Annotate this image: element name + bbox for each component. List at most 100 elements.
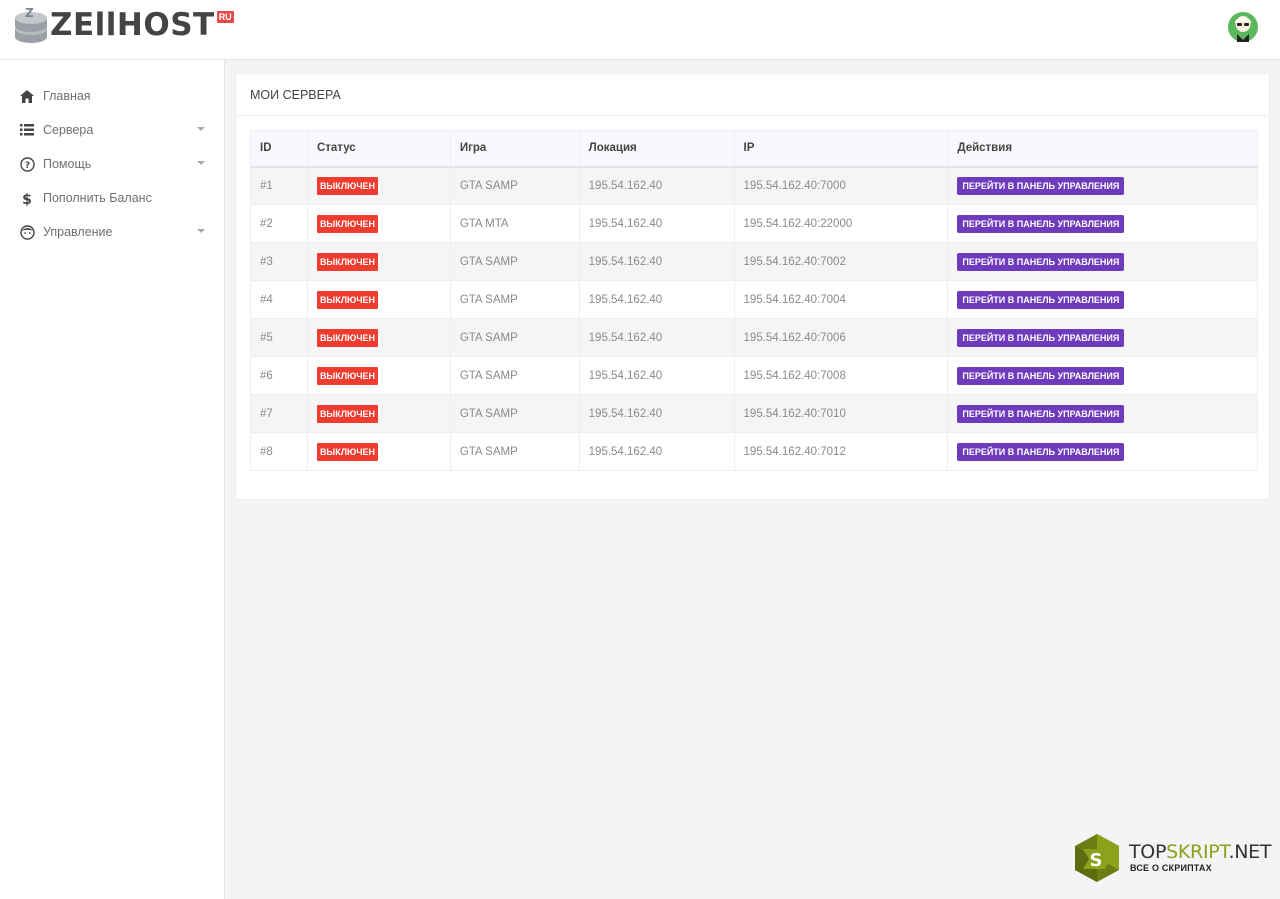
table-row: #6 ВЫКЛЮЧЕН GTA SAMP 195.54.162.40 195.5… [250,356,1258,395]
server-ip: 195.54.162.40:7004 [733,280,949,319]
column-header-location[interactable]: Локация [578,130,735,168]
caret-down-icon [197,161,205,165]
user-face-icon [19,224,35,240]
status-badge: ВЫКЛЮЧЕН [316,290,379,309]
server-id: #5 [250,318,308,357]
dollar-icon: $ [19,190,35,206]
server-id: #8 [250,432,308,471]
status-badge: ВЫКЛЮЧЕН [316,404,379,423]
server-location: 195.54.162.40 [578,204,735,243]
caret-down-icon [197,229,205,233]
status-badge: ВЫКЛЮЧЕН [316,442,379,461]
server-game: GTA SAMP [449,394,580,433]
server-location: 195.54.162.40 [578,280,735,319]
server-location: 195.54.162.40 [578,318,735,357]
server-game: GTA SAMP [449,166,580,205]
server-ip: 195.54.162.40:7010 [733,394,949,433]
status-badge: ВЫКЛЮЧЕН [316,176,379,195]
sidebar-item-servers[interactable]: Сервера [0,113,224,147]
server-ip: 195.54.162.40:7006 [733,318,949,357]
server-location: 195.54.162.40 [578,166,735,205]
column-header-status[interactable]: Статус [306,130,451,168]
sidebar-item-label: Сервера [43,123,94,137]
server-ip: 195.54.162.40:7000 [733,166,949,205]
status-badge: ВЫКЛЮЧЕН [316,214,379,233]
svg-text:$: $ [22,192,32,206]
column-header-ip[interactable]: IP [733,130,949,168]
server-id: #2 [250,204,308,243]
svg-text:Z: Z [25,6,34,20]
open-control-panel-button[interactable]: ПЕРЕЙТИ В ПАНЕЛЬ УПРАВЛЕНИЯ [957,214,1125,233]
top-header: Z ZEllHOST RU [0,0,1280,60]
table-row: #2 ВЫКЛЮЧЕН GTA MTA 195.54.162.40 195.54… [250,204,1258,243]
watermark-title: TOPSKRIPT.NET [1129,841,1272,863]
panel-title: МОИ СЕРВЕРА [236,74,1269,116]
open-control-panel-button[interactable]: ПЕРЕЙТИ В ПАНЕЛЬ УПРАВЛЕНИЯ [957,290,1125,309]
sidebar-item-label: Пополнить Баланс [43,191,152,205]
open-control-panel-button[interactable]: ПЕРЕЙТИ В ПАНЕЛЬ УПРАВЛЕНИЯ [957,328,1125,347]
server-location: 195.54.162.40 [578,394,735,433]
sidebar-item-management[interactable]: Управление [0,215,224,249]
server-id: #3 [250,242,308,281]
table-row: #4 ВЫКЛЮЧЕН GTA SAMP 195.54.162.40 195.5… [250,280,1258,319]
sidebar-item-home[interactable]: Главная [0,79,224,113]
table-row: #8 ВЫКЛЮЧЕН GTA SAMP 195.54.162.40 195.5… [250,432,1258,471]
column-header-game[interactable]: Игра [449,130,580,168]
table-row: #7 ВЫКЛЮЧЕН GTA SAMP 195.54.162.40 195.5… [250,394,1258,433]
sidebar-item-label: Помощь [43,157,92,171]
server-location: 195.54.162.40 [578,432,735,471]
hexagon-logo-icon: S [1075,834,1119,882]
open-control-panel-button[interactable]: ПЕРЕЙТИ В ПАНЕЛЬ УПРАВЛЕНИЯ [957,442,1125,461]
server-game: GTA MTA [449,204,580,243]
server-ip: 195.54.162.40:7008 [733,356,949,395]
sidebar-item-label: Главная [43,89,91,103]
server-id: #4 [250,280,308,319]
open-control-panel-button[interactable]: ПЕРЕЙТИ В ПАНЕЛЬ УПРАВЛЕНИЯ [957,252,1125,271]
server-id: #1 [250,166,308,205]
column-header-actions[interactable]: Действия [947,130,1258,168]
server-game: GTA SAMP [449,242,580,281]
caret-down-icon [197,127,205,131]
server-location: 195.54.162.40 [578,242,735,281]
svg-text:?: ? [24,161,29,171]
server-game: GTA SAMP [449,432,580,471]
table-row: #1 ВЫКЛЮЧЕН GTA SAMP 195.54.162.40 195.5… [250,166,1258,205]
server-game: GTA SAMP [449,356,580,395]
brand-logo[interactable]: Z ZEllHOST RU [14,5,234,45]
open-control-panel-button[interactable]: ПЕРЕЙТИ В ПАНЕЛЬ УПРАВЛЕНИЯ [957,176,1125,195]
server-list-icon [19,122,35,138]
sidebar-nav: Главная Сервера ? Помощь $ Пополнить Бал… [0,60,224,249]
column-header-id[interactable]: ID [250,130,308,168]
status-badge: ВЫКЛЮЧЕН [316,328,379,347]
table-header-row: ID Статус Игра Локация IP Действия [250,130,1258,168]
sidebar-item-label: Управление [43,225,113,239]
open-control-panel-button[interactable]: ПЕРЕЙТИ В ПАНЕЛЬ УПРАВЛЕНИЯ [957,366,1125,385]
sidebar: Главная Сервера ? Помощь $ Пополнить Бал… [0,60,225,899]
table-row: #5 ВЫКЛЮЧЕН GTA SAMP 195.54.162.40 195.5… [250,318,1258,357]
database-logo-icon: Z [15,6,47,43]
server-id: #7 [250,394,308,433]
svg-text:S: S [1090,850,1103,871]
user-avatar[interactable] [1228,12,1258,42]
server-ip: 195.54.162.40:7002 [733,242,949,281]
home-icon [19,88,35,104]
brand-name: ZEllHOST [50,7,215,43]
server-id: #6 [250,356,308,395]
server-game: GTA SAMP [449,280,580,319]
sidebar-item-help[interactable]: ? Помощь [0,147,224,181]
server-ip: 195.54.162.40:7012 [733,432,949,471]
servers-panel: МОИ СЕРВЕРА ID Статус Игра Локация IP Де… [235,73,1270,500]
server-ip: 195.54.162.40:22000 [733,204,949,243]
servers-table: ID Статус Игра Локация IP Действия #1 ВЫ… [250,130,1258,471]
table-row: #3 ВЫКЛЮЧЕН GTA SAMP 195.54.162.40 195.5… [250,242,1258,281]
status-badge: ВЫКЛЮЧЕН [316,366,379,385]
open-control-panel-button[interactable]: ПЕРЕЙТИ В ПАНЕЛЬ УПРАВЛЕНИЯ [957,404,1125,423]
brand-tld-badge: RU [216,11,234,23]
watermark-subtitle: ВСЕ О СКРИПТАХ [1130,863,1212,873]
help-icon: ? [19,156,35,172]
status-badge: ВЫКЛЮЧЕН [316,252,379,271]
sidebar-item-balance[interactable]: $ Пополнить Баланс [0,181,224,215]
server-game: GTA SAMP [449,318,580,357]
topskript-watermark: S TOPSKRIPT.NET ВСЕ О СКРИПТАХ [1072,832,1276,886]
server-location: 195.54.162.40 [578,356,735,395]
